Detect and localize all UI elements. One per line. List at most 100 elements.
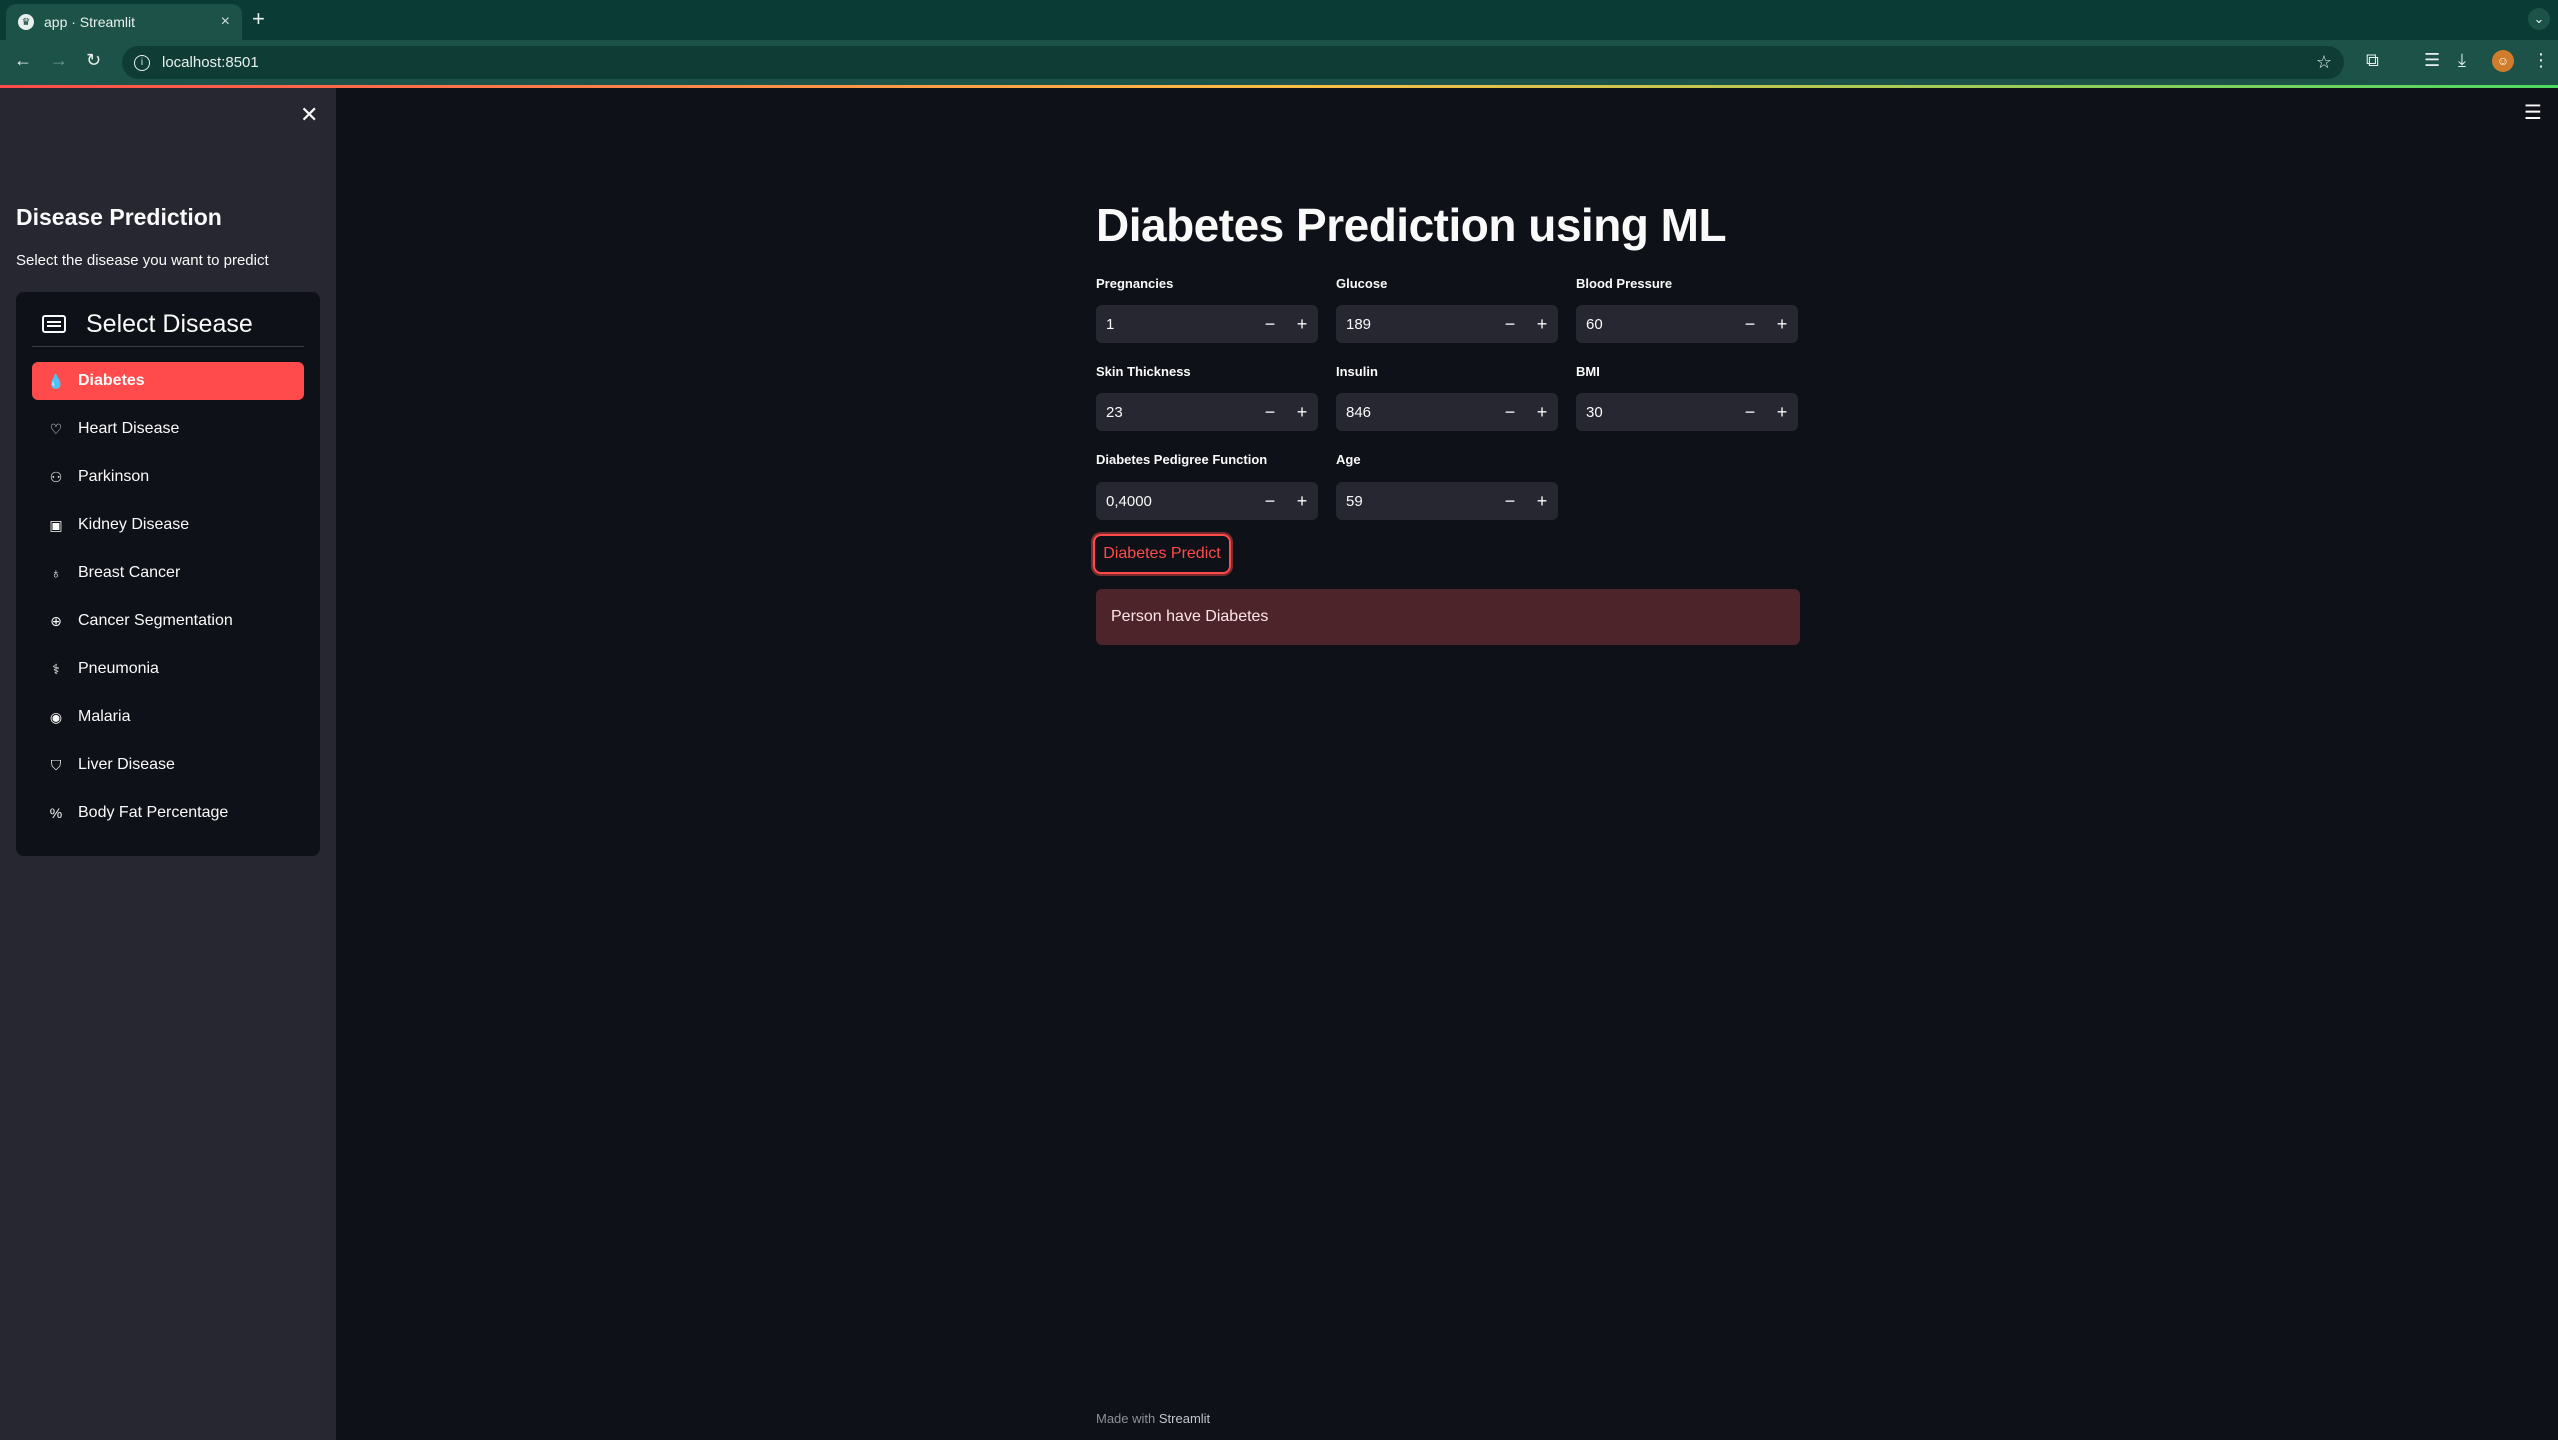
diabetes-predict-button[interactable]: Diabetes Predict bbox=[1093, 534, 1231, 574]
age-value[interactable]: 59 bbox=[1336, 493, 1494, 510]
menu-item-label: Diabetes bbox=[78, 372, 145, 389]
insulin-input[interactable]: 846 − + bbox=[1336, 393, 1558, 431]
menu-item-label: Pneumonia bbox=[78, 660, 159, 677]
reload-icon[interactable]: ↻ bbox=[86, 50, 101, 71]
blood-pressure-label: Blood Pressure bbox=[1576, 276, 1673, 291]
extensions-icon[interactable]: ⧉ bbox=[2366, 50, 2379, 71]
increment-button[interactable]: + bbox=[1286, 491, 1318, 512]
footer-streamlit-link[interactable]: Streamlit bbox=[1159, 1411, 1210, 1426]
decrement-button[interactable]: − bbox=[1254, 402, 1286, 423]
globe-icon: ◉ bbox=[49, 708, 63, 725]
award-icon: ♁ bbox=[50, 565, 62, 581]
prediction-result-text: Person have Diabetes bbox=[1111, 608, 1269, 625]
menu-item-parkinson[interactable]: ⚇ Parkinson bbox=[32, 458, 304, 496]
menu-item-heart-disease[interactable]: ♡ Heart Disease bbox=[32, 410, 304, 448]
new-tab-button[interactable]: + bbox=[252, 6, 265, 32]
menu-item-breast-cancer[interactable]: ♁ Breast Cancer bbox=[32, 554, 304, 592]
decrement-button[interactable]: − bbox=[1254, 491, 1286, 512]
pregnancies-label: Pregnancies bbox=[1096, 276, 1174, 291]
pregnancies-input[interactable]: 1 − + bbox=[1096, 305, 1318, 343]
menu-item-kidney-disease[interactable]: ▣ Kidney Disease bbox=[32, 506, 304, 544]
zoom-icon: ⊕ bbox=[50, 612, 62, 629]
increment-button[interactable]: + bbox=[1766, 314, 1798, 335]
insulin-value[interactable]: 846 bbox=[1336, 404, 1494, 421]
menu-item-label: Cancer Segmentation bbox=[78, 612, 233, 629]
increment-button[interactable]: + bbox=[1526, 314, 1558, 335]
bmi-input[interactable]: 30 − + bbox=[1576, 393, 1798, 431]
tab-close-icon[interactable]: × bbox=[221, 13, 230, 31]
menu-item-pneumonia[interactable]: ⚕ Pneumonia bbox=[32, 650, 304, 688]
droplet-icon: 💧 bbox=[47, 372, 65, 389]
decrement-button[interactable]: − bbox=[1734, 402, 1766, 423]
decrement-button[interactable]: − bbox=[1254, 314, 1286, 335]
increment-button[interactable]: + bbox=[1526, 491, 1558, 512]
glucose-label: Glucose bbox=[1336, 276, 1388, 291]
menu-item-label: Kidney Disease bbox=[78, 516, 190, 533]
bmi-label: BMI bbox=[1576, 364, 1600, 379]
decrement-button[interactable]: − bbox=[1734, 314, 1766, 335]
url-text: localhost:8501 bbox=[162, 54, 259, 71]
tab-title: app · Streamlit bbox=[44, 14, 136, 30]
increment-button[interactable]: + bbox=[1286, 314, 1318, 335]
bottle-icon: ⛉ bbox=[50, 756, 62, 773]
increment-button[interactable]: + bbox=[1286, 402, 1318, 423]
prediction-result-alert: Person have Diabetes bbox=[1096, 589, 1800, 645]
menu-item-label: Heart Disease bbox=[78, 420, 180, 437]
site-info-icon[interactable]: i bbox=[134, 54, 150, 71]
heart-icon: ♡ bbox=[49, 420, 63, 437]
blood-pressure-value[interactable]: 60 bbox=[1576, 316, 1734, 333]
menu-title: Select Disease bbox=[86, 309, 253, 338]
skin-thickness-value[interactable]: 23 bbox=[1096, 404, 1254, 421]
age-input[interactable]: 59 − + bbox=[1336, 482, 1558, 520]
footer-prefix: Made with bbox=[1096, 1411, 1156, 1426]
browser-toolbar: ← → ↻ i localhost:8501 ☆ ⧉ ☰ ⤓ ☺ ⋮ bbox=[0, 40, 2558, 85]
menu-item-label: Body Fat Percentage bbox=[78, 804, 229, 821]
decrement-button[interactable]: − bbox=[1494, 314, 1526, 335]
tab-search-chevron-icon[interactable]: ⌄ bbox=[2528, 8, 2550, 30]
pedigree-input[interactable]: 0,4000 − + bbox=[1096, 482, 1318, 520]
page-top-decoration bbox=[0, 85, 2558, 88]
bookmark-star-icon[interactable]: ☆ bbox=[2316, 52, 2332, 73]
menu-item-body-fat-percentage[interactable]: % Body Fat Percentage bbox=[32, 794, 304, 832]
footer: Made with Streamlit bbox=[1096, 1411, 1210, 1426]
menu-item-cancer-segmentation[interactable]: ⊕ Cancer Segmentation bbox=[32, 602, 304, 640]
bmi-value[interactable]: 30 bbox=[1576, 404, 1734, 421]
pregnancies-value[interactable]: 1 bbox=[1096, 316, 1254, 333]
reading-list-icon[interactable]: ☰ bbox=[2424, 50, 2440, 71]
skin-thickness-input[interactable]: 23 − + bbox=[1096, 393, 1318, 431]
menu-item-malaria[interactable]: ◉ Malaria bbox=[32, 698, 304, 736]
glucose-input[interactable]: 189 − + bbox=[1336, 305, 1558, 343]
decrement-button[interactable]: − bbox=[1494, 402, 1526, 423]
sidebar: ✕ Disease Prediction Select the disease … bbox=[0, 88, 336, 1440]
menu-item-liver-disease[interactable]: ⛉ Liver Disease bbox=[32, 746, 304, 784]
forward-arrow-icon[interactable]: → bbox=[50, 50, 68, 71]
back-arrow-icon[interactable]: ← bbox=[14, 50, 32, 71]
address-bar[interactable]: i localhost:8501 ☆ bbox=[122, 46, 2344, 79]
pedigree-value[interactable]: 0,4000 bbox=[1096, 493, 1254, 510]
browser-tab-bar: ♛ app · Streamlit × + ⌄ bbox=[0, 0, 2558, 40]
glucose-value[interactable]: 189 bbox=[1336, 316, 1494, 333]
menu-item-diabetes[interactable]: 💧 Diabetes bbox=[32, 362, 304, 400]
browser-menu-icon[interactable]: ⋮ bbox=[2532, 50, 2550, 71]
blood-pressure-input[interactable]: 60 − + bbox=[1576, 305, 1798, 343]
menu-header: Select Disease bbox=[32, 302, 304, 347]
main-menu-icon[interactable]: ☰ bbox=[2524, 100, 2542, 125]
percent-icon: % bbox=[49, 805, 63, 821]
age-label: Age bbox=[1336, 452, 1361, 467]
skin-thickness-label: Skin Thickness bbox=[1096, 364, 1191, 379]
page-title: Diabetes Prediction using ML bbox=[1096, 199, 1727, 251]
lungs-icon: ⚕ bbox=[52, 660, 60, 677]
download-icon[interactable]: ⤓ bbox=[2458, 50, 2466, 71]
browser-tab[interactable]: ♛ app · Streamlit × bbox=[6, 4, 242, 40]
insulin-label: Insulin bbox=[1336, 364, 1378, 379]
profile-avatar[interactable]: ☺ bbox=[2492, 50, 2514, 72]
streamlit-favicon-icon: ♛ bbox=[18, 14, 34, 30]
increment-button[interactable]: + bbox=[1526, 402, 1558, 423]
clipboard-icon: ▣ bbox=[49, 516, 63, 533]
increment-button[interactable]: + bbox=[1766, 402, 1798, 423]
decrement-button[interactable]: − bbox=[1494, 491, 1526, 512]
menu-item-label: Breast Cancer bbox=[78, 564, 181, 581]
sidebar-close-icon[interactable]: ✕ bbox=[300, 102, 318, 128]
menu-item-label: Malaria bbox=[78, 708, 131, 725]
pedigree-label: Diabetes Pedigree Function bbox=[1096, 452, 1268, 467]
